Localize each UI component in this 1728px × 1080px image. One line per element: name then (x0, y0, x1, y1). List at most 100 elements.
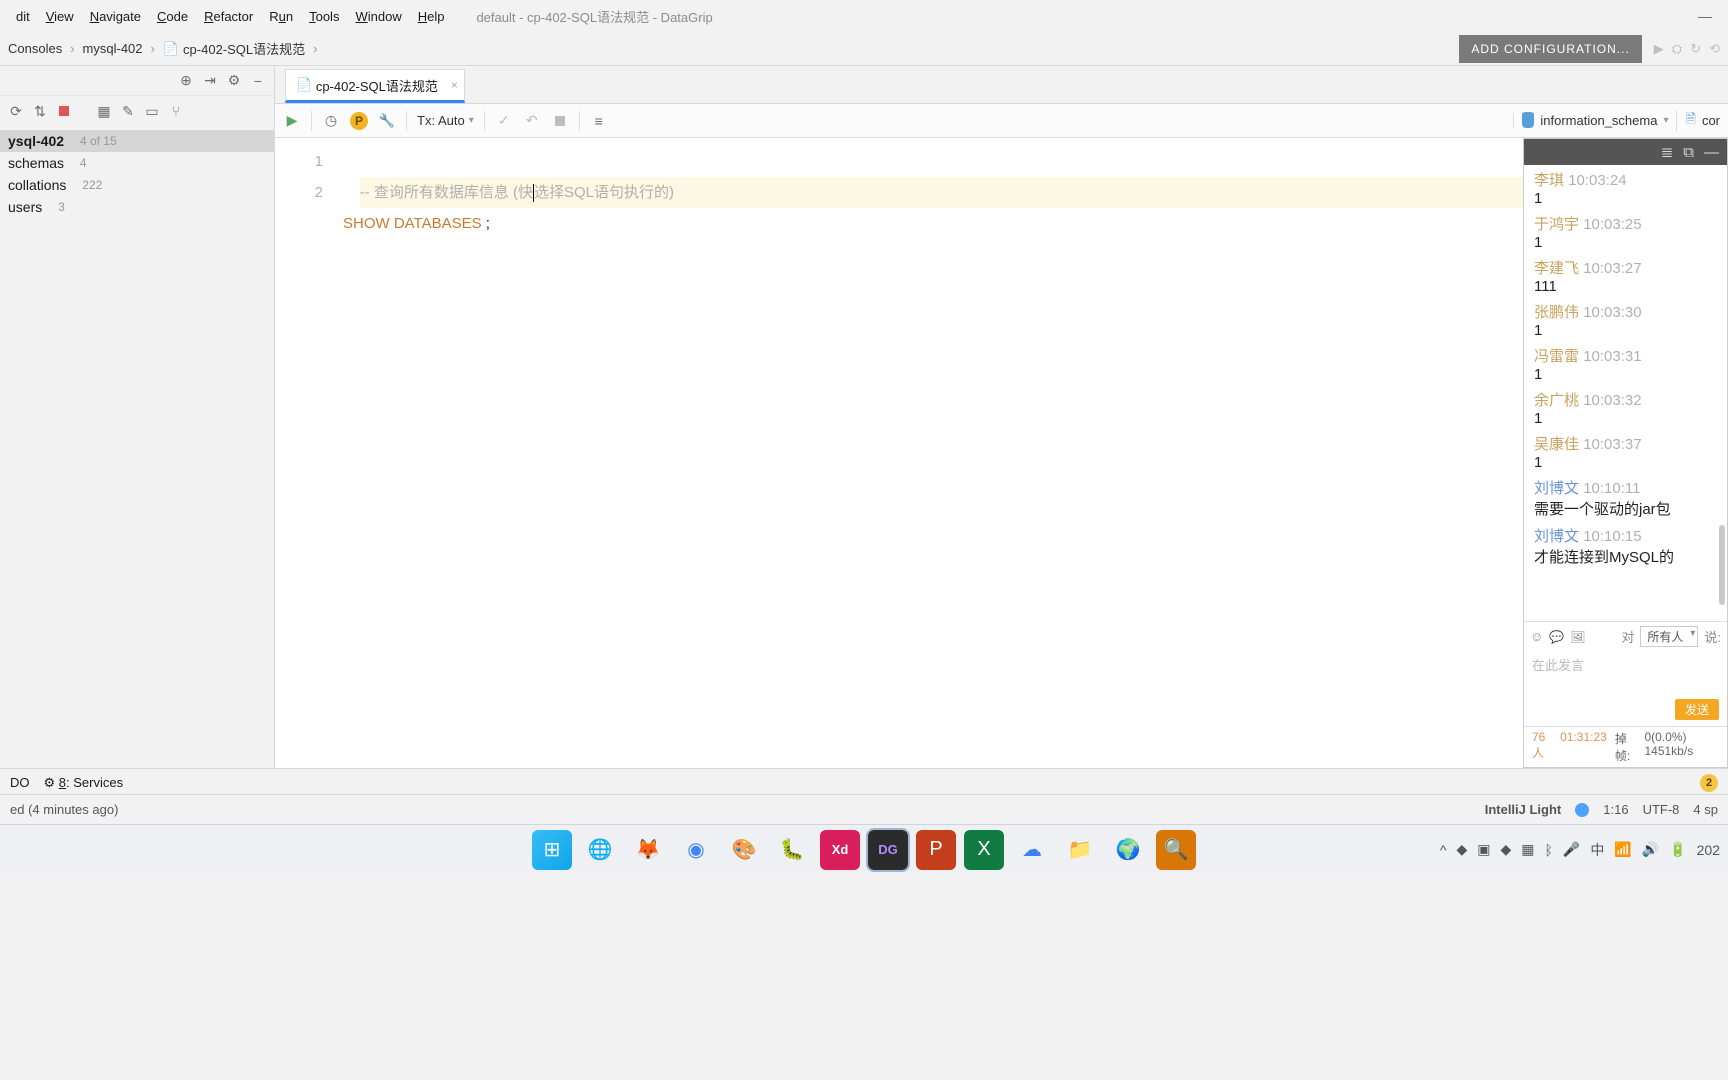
taskbar-xd[interactable]: Xd (820, 830, 860, 870)
tray-wifi-icon[interactable]: 📶 (1614, 841, 1631, 858)
schema-select[interactable]: information_schema▾ (1513, 113, 1668, 128)
window-minimize[interactable]: — (1682, 8, 1728, 24)
close-tab-icon[interactable]: × (451, 78, 458, 92)
tray-app-icon[interactable]: ▦ (1521, 841, 1534, 858)
taskbar-powerpoint[interactable]: P (916, 830, 956, 870)
menu-tools[interactable]: Tools (301, 5, 347, 28)
tray-mic-icon[interactable]: 🎤 (1563, 841, 1580, 858)
encoding[interactable]: UTF-8 (1643, 802, 1680, 817)
collapse-icon[interactable] (202, 73, 218, 89)
explain-plan-icon[interactable]: P (350, 112, 368, 130)
filter-icon[interactable] (168, 103, 184, 119)
menu-refactor[interactable]: Refactor (196, 5, 261, 28)
sql-editor[interactable]: 1 2 -- 查询所有数据库信息 (快选择SQL语句执行的) SHOW DATA… (275, 138, 1728, 768)
debug-icon[interactable]: ⛭ (1672, 41, 1682, 57)
datasource-node[interactable]: ysql-402 4 of 15 (0, 130, 274, 152)
toolwindow-bar: DO ⚙ 8: Services 2 (0, 768, 1728, 796)
taskbar-browser[interactable]: 🌍 (1108, 830, 1148, 870)
cancel-icon[interactable] (551, 112, 569, 130)
services-button[interactable]: ⚙ 8: Services (44, 775, 124, 791)
taskbar-firefox[interactable]: 🦊 (628, 830, 668, 870)
tx-mode-select[interactable]: Tx: Auto▾ (417, 113, 474, 128)
view-icon[interactable] (144, 103, 160, 119)
schemas-node[interactable]: schemas 4 (0, 152, 274, 174)
menu-code[interactable]: Code (149, 5, 196, 28)
indent[interactable]: 4 sp (1693, 802, 1718, 817)
tray-lang-icon[interactable]: 中 (1590, 840, 1604, 860)
tray-app-icon[interactable]: ◆ (1500, 841, 1511, 858)
windows-taskbar: ⊞ 🌐 🦊 ◉ 🎨 🐛 Xd DG P X ☁ 📁 🌍 🔍 ^ ◆ ▣ ◆ ▦ … (0, 824, 1728, 874)
chat-min-icon[interactable] (1704, 144, 1719, 161)
chat-status: 76人 01:31:23 掉帧: 0(0.0%) 1451kb/s (1524, 726, 1727, 767)
rows-icon[interactable] (590, 112, 608, 130)
chat-text: 1 (1534, 454, 1542, 471)
taskbar-chrome[interactable]: ◉ (676, 830, 716, 870)
taskbar-search[interactable]: 🔍 (1156, 830, 1196, 870)
diff-icon[interactable]: ⇅ (32, 103, 48, 119)
chat-messages[interactable]: 李琪 10:03:241于鸿宇 10:03:251李建飞 10:03:27111… (1524, 165, 1727, 621)
chat-text: 才能连接到MySQL的 (1534, 549, 1674, 566)
start-button[interactable]: ⊞ (532, 830, 572, 870)
image-icon[interactable] (1570, 629, 1585, 644)
gear-icon[interactable] (226, 73, 242, 89)
execute-icon[interactable]: ▶ (283, 112, 301, 130)
commit-icon[interactable] (495, 112, 513, 130)
taskbar-app1[interactable]: 🎨 (724, 830, 764, 870)
chat-list-icon[interactable] (1661, 143, 1674, 161)
users-node[interactable]: users 3 (0, 196, 274, 218)
refresh-icon[interactable] (8, 103, 24, 119)
crumb-mysql[interactable]: mysql-402 (83, 41, 143, 56)
settings-icon[interactable] (378, 112, 396, 130)
tray-chevron-icon[interactable]: ^ (1440, 842, 1447, 858)
tray-bluetooth-icon[interactable]: ᛒ (1544, 842, 1552, 858)
chat-sender: 刘博文 (1534, 480, 1579, 497)
table-icon[interactable] (96, 103, 112, 119)
rollback-icon[interactable] (523, 112, 541, 130)
taskbar-edge[interactable]: 🌐 (580, 830, 620, 870)
hide-icon[interactable] (250, 73, 266, 89)
tray-app-icon[interactable]: ▣ (1477, 841, 1490, 858)
todo-button[interactable]: DO (10, 775, 30, 790)
chat-input[interactable]: 在此发言 (1524, 651, 1727, 699)
rerun-icon[interactable]: ↻ (1690, 41, 1701, 57)
menu-window[interactable]: Window (347, 5, 409, 28)
theme-dot-icon (1575, 803, 1589, 817)
taskbar-datagrip[interactable]: DG (868, 830, 908, 870)
caret-pos[interactable]: 1:16 (1603, 802, 1628, 817)
edit-icon[interactable] (120, 103, 136, 119)
stop-icon[interactable] (56, 103, 72, 119)
history-icon[interactable] (322, 112, 340, 130)
recipient-select[interactable]: 所有人 (1640, 626, 1698, 647)
taskbar-cloud[interactable]: ☁ (1012, 830, 1052, 870)
scrollbar[interactable] (1719, 525, 1725, 605)
session-select[interactable]: 🗎 cor (1676, 110, 1720, 132)
menu-view[interactable]: View (38, 5, 82, 28)
add-configuration-button[interactable]: ADD CONFIGURATION... (1459, 35, 1641, 63)
chat-popout-icon[interactable] (1683, 144, 1694, 161)
run-icon[interactable]: ▶ (1654, 41, 1664, 57)
tray-battery-icon[interactable]: 🔋 (1669, 841, 1686, 858)
tab-file[interactable]: 📄 cp-402-SQL语法规范 × (285, 69, 465, 103)
theme-label[interactable]: IntelliJ Light (1485, 802, 1562, 817)
menu-navigate[interactable]: Navigate (82, 5, 149, 28)
bubble-icon[interactable] (1549, 629, 1564, 644)
taskbar-excel[interactable]: X (964, 830, 1004, 870)
crumb-file[interactable]: cp-402-SQL语法规范 (183, 39, 305, 58)
tray-clock[interactable]: 202 (1697, 842, 1720, 858)
menu-help[interactable]: Help (410, 5, 453, 28)
crumb-consoles[interactable]: Consoles (8, 41, 62, 56)
collations-node[interactable]: collations 222 (0, 174, 274, 196)
tray-volume-icon[interactable]: 🔊 (1642, 841, 1659, 858)
target-icon[interactable] (178, 73, 194, 89)
update-icon[interactable]: ⟲ (1709, 41, 1720, 57)
taskbar-app2[interactable]: 🐛 (772, 830, 812, 870)
system-tray[interactable]: ^ ◆ ▣ ◆ ▦ ᛒ 🎤 中 📶 🔊 🔋 202 (1440, 840, 1720, 860)
send-button[interactable]: 发送 (1675, 699, 1719, 720)
menu-edit[interactable]: dit (8, 5, 38, 28)
database-icon (1522, 114, 1534, 128)
menu-run[interactable]: Run (261, 5, 301, 28)
notifications-badge[interactable]: 2 (1700, 774, 1718, 792)
taskbar-explorer[interactable]: 📁 (1060, 830, 1100, 870)
tray-app-icon[interactable]: ◆ (1456, 841, 1467, 858)
emoji-icon[interactable] (1530, 629, 1543, 644)
